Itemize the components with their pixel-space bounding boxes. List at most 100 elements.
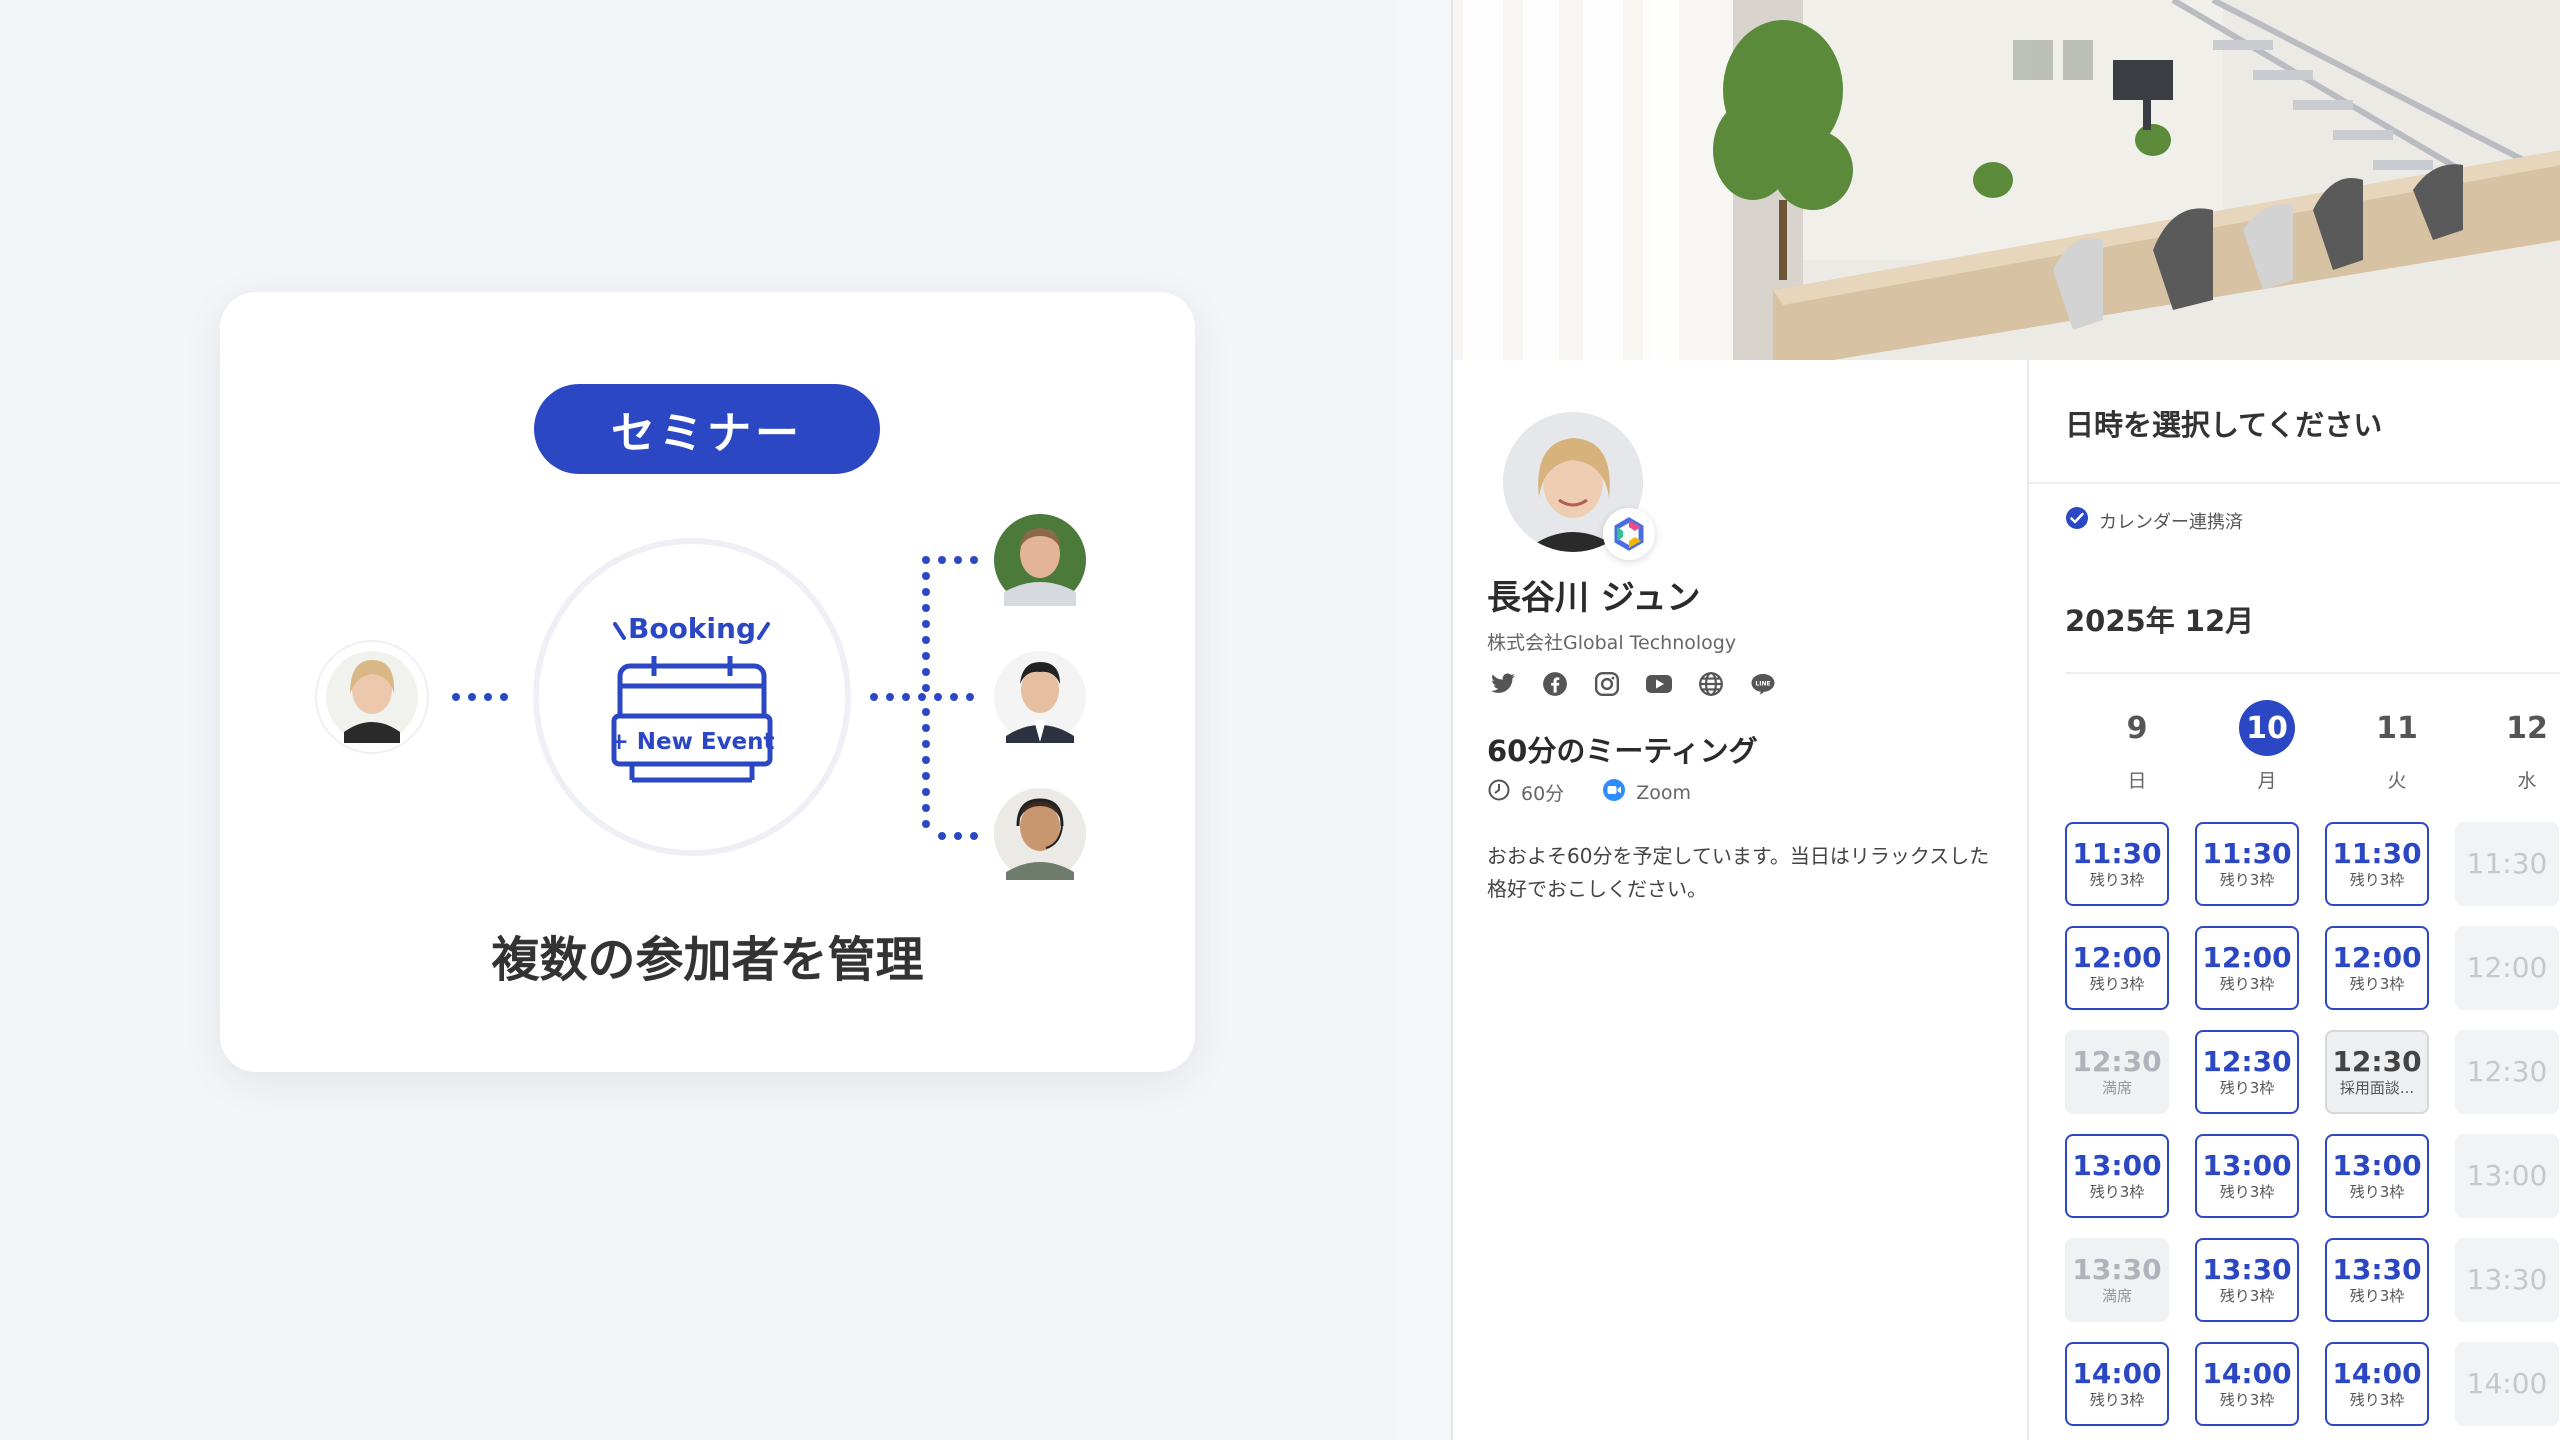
time-slot-off: 12:00 bbox=[2455, 926, 2559, 1010]
host-name: 長谷川 ジュン bbox=[1487, 578, 1701, 618]
time-slot-off: 12:30 bbox=[2455, 1030, 2559, 1114]
time-slot-off: 13:30 bbox=[2455, 1238, 2559, 1322]
slot-time: 12:00 bbox=[2332, 941, 2422, 974]
meeting-meta: 60分 Zoom bbox=[1487, 778, 1691, 807]
day-number: 9 bbox=[2126, 710, 2148, 746]
slot-status: 満席 bbox=[2101, 1287, 2132, 1305]
slot-status: 残り3枠 bbox=[2219, 871, 2275, 889]
hero-image bbox=[1453, 0, 2560, 360]
slot-status: 満席 bbox=[2101, 1079, 2132, 1097]
time-slot-avail[interactable]: 14:00 残り3枠 bbox=[2195, 1342, 2299, 1426]
check-circle-icon bbox=[2065, 506, 2089, 535]
seminar-card: セミナー Booking + New Event 複数の参加者を管理 bbox=[220, 292, 1195, 1072]
slot-status: 残り3枠 bbox=[2089, 1183, 2145, 1201]
svg-text:LINE: LINE bbox=[1755, 681, 1770, 688]
time-slot-off: 11:30 bbox=[2455, 822, 2559, 906]
slot-time: 12:30 bbox=[2466, 1055, 2548, 1088]
time-slot-avail[interactable]: 12:00 残り3枠 bbox=[2325, 926, 2429, 1010]
slot-status: 残り3枠 bbox=[2349, 1287, 2405, 1305]
slot-time: 13:30 bbox=[2202, 1253, 2292, 1286]
time-slot-avail[interactable]: 14:00 残り3枠 bbox=[2065, 1342, 2169, 1426]
office-photo bbox=[1453, 0, 2560, 360]
booking-page: 長谷川 ジュン 株式会社Global Technology LINE 60分のミ… bbox=[1451, 0, 2560, 1440]
zoom-icon bbox=[1602, 778, 1626, 807]
day-column[interactable]: 11 火 bbox=[2343, 700, 2451, 793]
slot-time: 14:00 bbox=[2072, 1357, 2162, 1390]
slot-status: 残り3枠 bbox=[2219, 1183, 2275, 1201]
meeting-duration: 60分 bbox=[1521, 783, 1565, 805]
instagram-icon[interactable] bbox=[1591, 668, 1623, 700]
twitter-icon[interactable] bbox=[1487, 668, 1519, 700]
globe-icon[interactable] bbox=[1695, 668, 1727, 700]
social-links: LINE bbox=[1487, 668, 1779, 700]
meeting-platform: Zoom bbox=[1636, 781, 1691, 804]
time-slot-avail[interactable]: 13:30 残り3枠 bbox=[2325, 1238, 2429, 1322]
clock-icon bbox=[1487, 778, 1511, 807]
sync-label: カレンダー連携済 bbox=[2099, 511, 2243, 533]
divider bbox=[2065, 672, 2560, 674]
slot-status: 残り3枠 bbox=[2349, 1391, 2405, 1409]
slot-time: 11:30 bbox=[2466, 847, 2548, 880]
slot-time: 12:30 bbox=[2072, 1045, 2162, 1078]
day-column-selected[interactable]: 10 月 bbox=[2213, 700, 2321, 793]
time-slot-busy: 12:30 採用面談... bbox=[2325, 1030, 2429, 1114]
day-number: 10 bbox=[2239, 700, 2295, 756]
slot-status: 残り3枠 bbox=[2349, 975, 2405, 993]
time-slot-off: 13:00 bbox=[2455, 1134, 2559, 1218]
slot-time: 14:00 bbox=[2332, 1357, 2422, 1390]
slot-status: 残り3枠 bbox=[2219, 1391, 2275, 1409]
slot-status: 残り3枠 bbox=[2219, 1079, 2275, 1097]
day-column[interactable]: 9 日 bbox=[2083, 700, 2191, 793]
facebook-icon[interactable] bbox=[1539, 668, 1571, 700]
time-slot-avail[interactable]: 12:00 残り3枠 bbox=[2065, 926, 2169, 1010]
slot-time: 13:30 bbox=[2072, 1253, 2162, 1286]
slot-status: 残り3枠 bbox=[2089, 871, 2145, 889]
connector-right bbox=[870, 556, 978, 840]
new-event-label: + New Event bbox=[609, 729, 774, 755]
time-slot-avail[interactable]: 14:00 残り3枠 bbox=[2325, 1342, 2429, 1426]
slot-time: 13:30 bbox=[2332, 1253, 2422, 1286]
brand-logo-icon bbox=[1603, 508, 1655, 560]
slot-time: 11:30 bbox=[2072, 837, 2162, 870]
time-slot-avail[interactable]: 13:30 残り3枠 bbox=[2195, 1238, 2299, 1322]
slot-time: 11:30 bbox=[2202, 837, 2292, 870]
slot-time: 13:00 bbox=[2202, 1149, 2292, 1182]
slot-time: 14:00 bbox=[2202, 1357, 2292, 1390]
time-slot-avail[interactable]: 12:30 残り3枠 bbox=[2195, 1030, 2299, 1114]
host-company: 株式会社Global Technology bbox=[1487, 632, 1737, 654]
time-slot-avail[interactable]: 13:00 残り3枠 bbox=[2195, 1134, 2299, 1218]
day-number: 12 bbox=[2506, 710, 2548, 746]
day-weekday: 日 bbox=[2127, 770, 2147, 792]
time-slot-avail[interactable]: 11:30 残り3枠 bbox=[2195, 822, 2299, 906]
slot-time: 12:00 bbox=[2072, 941, 2162, 974]
line-icon[interactable]: LINE bbox=[1747, 668, 1779, 700]
time-slot-avail[interactable]: 11:30 残り3枠 bbox=[2065, 822, 2169, 906]
day-column[interactable]: 12 水 bbox=[2473, 700, 2560, 793]
slot-time: 12:30 bbox=[2332, 1045, 2422, 1078]
time-slot-avail[interactable]: 11:30 残り3枠 bbox=[2325, 822, 2429, 906]
slot-status: 残り3枠 bbox=[2219, 1287, 2275, 1305]
slot-status: 残り3枠 bbox=[2349, 871, 2405, 889]
slot-time: 12:00 bbox=[2202, 941, 2292, 974]
connector-left bbox=[452, 693, 508, 701]
organizer-avatar bbox=[315, 640, 429, 754]
time-slot-avail[interactable]: 13:00 残り3枠 bbox=[2065, 1134, 2169, 1218]
schedule-title: 日時を選択してください bbox=[2065, 408, 2383, 442]
booking-label: Booking bbox=[628, 612, 756, 645]
schedule-panel: 日時を選択してください カレンダー連携済 2025年 12月 9 日 10 月 … bbox=[2029, 360, 2560, 1440]
slot-time: 14:00 bbox=[2466, 1367, 2548, 1400]
youtube-icon[interactable] bbox=[1643, 668, 1675, 700]
participant-avatar-3 bbox=[984, 778, 1096, 890]
time-slot-full: 12:30 満席 bbox=[2065, 1030, 2169, 1114]
day-number: 11 bbox=[2376, 710, 2418, 746]
divider bbox=[2029, 482, 2560, 484]
host-profile: 長谷川 ジュン 株式会社Global Technology LINE 60分のミ… bbox=[1453, 360, 2029, 1440]
time-slot-avail[interactable]: 13:00 残り3枠 bbox=[2325, 1134, 2429, 1218]
time-slot-avail[interactable]: 12:00 残り3枠 bbox=[2195, 926, 2299, 1010]
slot-time: 12:00 bbox=[2466, 951, 2548, 984]
slot-time: 13:00 bbox=[2072, 1149, 2162, 1182]
slot-time: 13:00 bbox=[2466, 1159, 2548, 1192]
slot-time: 12:30 bbox=[2202, 1045, 2292, 1078]
day-weekday: 火 bbox=[2387, 770, 2407, 792]
meeting-description: おおよそ60分を予定しています。当日はリラックスした格好でおこしください。 bbox=[1487, 844, 1990, 901]
